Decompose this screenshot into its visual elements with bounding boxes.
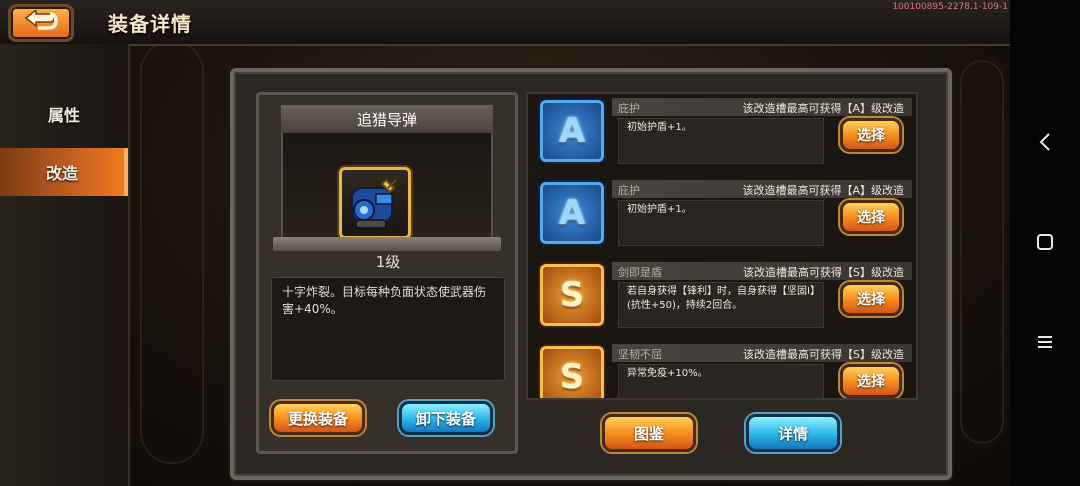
nav-item-label: 属性 <box>47 106 80 125</box>
slot-grade: S <box>559 357 585 397</box>
equipment-name: 追猎导弹 <box>281 105 493 133</box>
equipment-level: 1级 <box>375 253 401 271</box>
slot-name: 剑即是盾 <box>618 266 662 279</box>
equipment-icon <box>339 167 411 239</box>
grade-a-icon: A <box>540 182 604 244</box>
top-bar: 装备详情 <box>0 0 1010 46</box>
select-button[interactable]: 选择 <box>840 364 902 398</box>
back-button[interactable] <box>8 4 74 42</box>
equipment-pedestal <box>273 237 501 251</box>
replace-equipment-button[interactable]: 更换装备 <box>271 401 365 435</box>
slot-effect: 初始护盾+1。 <box>618 200 824 246</box>
slot-name: 庇护 <box>618 184 640 197</box>
grade-a-icon: A <box>540 100 604 162</box>
modification-slot-list[interactable]: A 庇护 该改造槽最高可获得【A】级改造 初始护盾+1。 选择 A 庇护 该改造… <box>526 92 918 400</box>
select-button[interactable]: 选择 <box>840 200 902 234</box>
select-button[interactable]: 选择 <box>840 118 902 152</box>
slot-name: 庇护 <box>618 102 640 115</box>
nav-item-label: 改造 <box>45 164 78 183</box>
equipment-display: 追猎导弹 <box>281 105 493 251</box>
system-back-icon[interactable] <box>1035 132 1055 152</box>
slot-header: 庇护 该改造槽最高可获得【A】级改造 <box>612 180 912 198</box>
slot-header: 剑即是盾 该改造槽最高可获得【S】级改造 <box>612 262 912 280</box>
side-nav: 属性 改造 <box>0 44 130 486</box>
slot-grade: A <box>558 111 586 151</box>
details-button[interactable]: 详情 <box>746 414 840 452</box>
slot-grade: S <box>559 275 585 315</box>
equipment-description: 十字炸裂。目标每种负面状态使武器伤害+40%。 <box>271 277 505 381</box>
slot-limit-note: 该改造槽最高可获得【A】级改造 <box>742 184 904 197</box>
background-door-right <box>960 60 1004 444</box>
equipment-card: 追猎导弹 1级 十字炸裂。目标每种负面状态使武器伤害+40%。 更换装备 卸下装… <box>256 92 518 454</box>
slot-name: 坚韧不屈 <box>618 348 662 361</box>
slot-effect: 异常免疫+10%。 <box>618 364 824 398</box>
grade-s-icon: S <box>540 264 604 326</box>
background-door-left <box>140 40 204 464</box>
codex-button[interactable]: 图鉴 <box>602 414 696 452</box>
slot-effect: 初始护盾+1。 <box>618 118 824 164</box>
back-arrow-icon <box>24 8 58 36</box>
equipment-panel: 追猎导弹 1级 十字炸裂。目标每种负面状态使武器伤害+40%。 更换装备 卸下装… <box>230 68 952 480</box>
system-home-icon[interactable] <box>1035 232 1055 252</box>
slot-limit-note: 该改造槽最高可获得【S】级改造 <box>743 266 904 279</box>
slot-limit-note: 该改造槽最高可获得【S】级改造 <box>743 348 904 361</box>
page-title: 装备详情 <box>108 12 192 36</box>
unequip-button[interactable]: 卸下装备 <box>399 401 493 435</box>
nav-item-attributes[interactable]: 属性 <box>0 90 128 138</box>
select-button[interactable]: 选择 <box>840 282 902 316</box>
slot-effect: 若自身获得【锋利】时，自身获得【坚固Ⅰ】(抗性+50)，持续2回合。 <box>618 282 824 328</box>
modification-slot: A 庇护 该改造槽最高可获得【A】级改造 初始护盾+1。 选择 <box>528 178 916 250</box>
system-navigation-bar <box>1010 0 1080 486</box>
modification-slot: S 坚韧不屈 该改造槽最高可获得【S】级改造 异常免疫+10%。 选择 <box>528 342 916 398</box>
nav-item-modify[interactable]: 改造 <box>0 148 128 196</box>
grade-s-icon: S <box>540 346 604 398</box>
slot-grade: A <box>558 193 586 233</box>
modification-slot: S 剑即是盾 该改造槽最高可获得【S】级改造 若自身获得【锋利】时，自身获得【坚… <box>528 260 916 332</box>
slot-limit-note: 该改造槽最高可获得【A】级改造 <box>742 102 904 115</box>
modification-slot: A 庇护 该改造槽最高可获得【A】级改造 初始护盾+1。 选择 <box>528 96 916 168</box>
version-label: 100100895-2278.1-109-1 <box>892 2 1008 12</box>
system-menu-icon[interactable] <box>1035 332 1055 352</box>
slot-header: 坚韧不屈 该改造槽最高可获得【S】级改造 <box>612 344 912 362</box>
slot-header: 庇护 该改造槽最高可获得【A】级改造 <box>612 98 912 116</box>
